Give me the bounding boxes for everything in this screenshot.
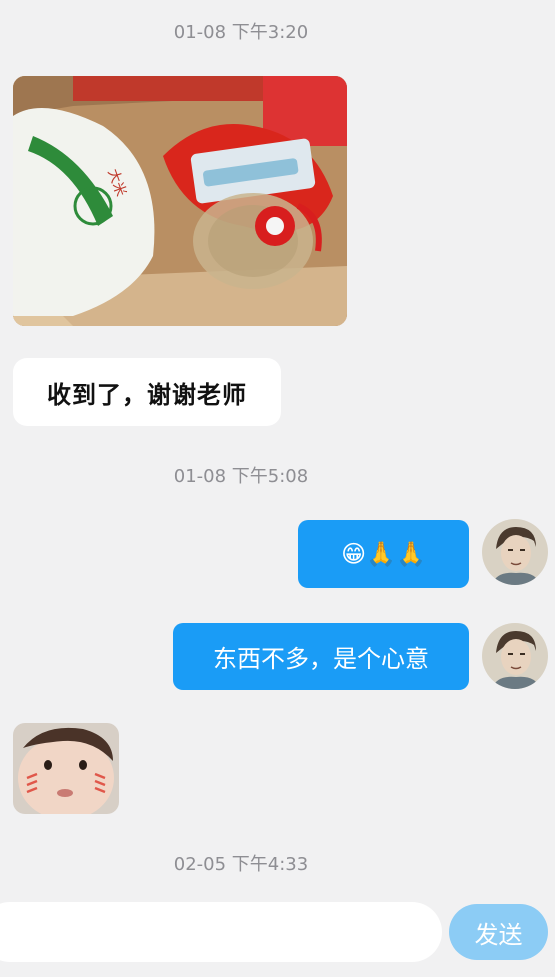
avatar-icon	[482, 623, 548, 689]
user-avatar[interactable]	[482, 519, 548, 585]
photo-image: 大米	[13, 76, 347, 326]
avatar-icon	[482, 519, 548, 585]
received-message[interactable]: 收到了，谢谢老师	[13, 358, 281, 426]
sent-message[interactable]: 😁🙏🙏	[298, 520, 469, 588]
chat-screen: 01-08 下午3:20 大米 收到了，谢谢老师 01-08 下午5:08 😁🙏…	[0, 0, 555, 977]
timestamp: 01-08 下午3:20	[173, 22, 309, 43]
sticker-image	[13, 723, 119, 814]
received-photo[interactable]: 大米	[13, 76, 347, 326]
timestamp: 01-08 下午5:08	[173, 466, 309, 487]
sent-message[interactable]: 东西不多，是个心意	[173, 623, 469, 690]
timestamp: 02-05 下午4:33	[173, 854, 309, 875]
composer-bar: 发送	[0, 890, 555, 977]
send-button[interactable]: 发送	[449, 904, 548, 960]
user-avatar[interactable]	[482, 623, 548, 689]
received-sticker[interactable]	[13, 723, 119, 814]
message-input[interactable]	[0, 902, 442, 962]
